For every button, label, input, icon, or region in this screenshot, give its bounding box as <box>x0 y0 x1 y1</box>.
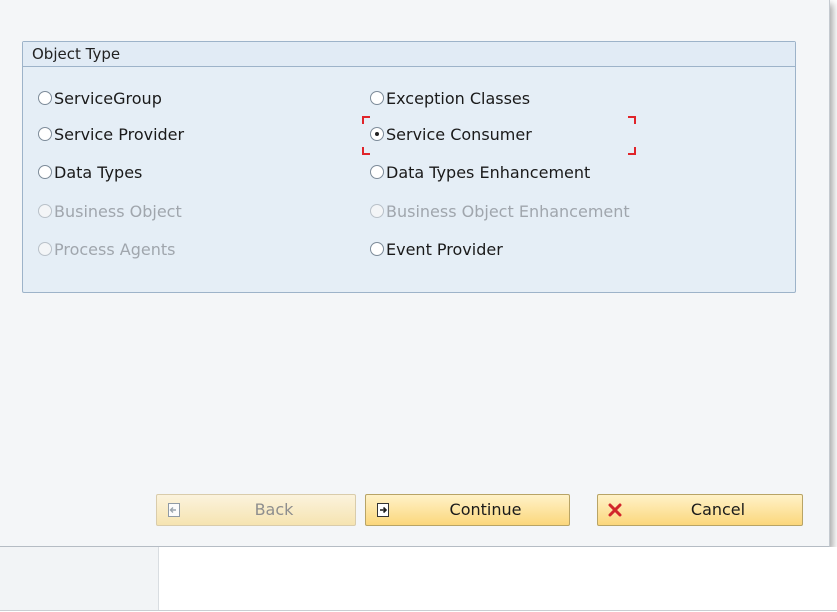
radio-circle[interactable] <box>370 165 384 179</box>
cancel-x-icon <box>606 501 624 519</box>
group-title: Object Type <box>23 42 795 67</box>
radio-service-consumer[interactable]: Service Consumer <box>370 123 532 145</box>
radio-label: Event Provider <box>386 239 503 259</box>
radio-circle[interactable] <box>38 127 52 141</box>
back-page-icon <box>165 501 183 519</box>
radio-label: Service Provider <box>54 124 185 144</box>
continue-label: Continue <box>449 500 522 519</box>
radio-data-types-enhancement[interactable]: Data Types Enhancement <box>370 161 590 183</box>
radio-business-object-enhancement: Business Object Enhancement <box>370 200 630 222</box>
radio-label: Service Consumer <box>386 124 532 144</box>
radio-circle[interactable] <box>370 242 384 256</box>
radio-label: Business Object Enhancement <box>386 201 630 221</box>
focus-bracket <box>362 147 370 155</box>
focus-bracket <box>362 116 370 124</box>
radio-label: Exception Classes <box>386 88 531 108</box>
background-side-panel <box>0 547 159 611</box>
back-button[interactable]: Back <box>156 494 356 526</box>
radio-servicegroup[interactable]: ServiceGroup <box>38 87 162 109</box>
radio-exception-classes[interactable]: Exception Classes <box>370 87 530 109</box>
radio-circle <box>370 204 384 218</box>
radio-process-agents: Process Agents <box>38 238 175 260</box>
radio-circle[interactable] <box>38 165 52 179</box>
cancel-button[interactable]: Cancel <box>597 494 803 526</box>
radio-circle[interactable] <box>370 91 384 105</box>
cancel-label: Cancel <box>690 500 746 519</box>
radio-label: Business Object <box>54 201 182 221</box>
radio-service-provider[interactable]: Service Provider <box>38 123 184 145</box>
radio-label: Data Types Enhancement <box>386 162 591 182</box>
object-type-group: Object Type ServiceGroup Service Provide… <box>22 41 796 293</box>
background-divider <box>0 610 837 611</box>
radio-data-types[interactable]: Data Types <box>38 161 142 183</box>
radio-label: Data Types <box>54 162 143 182</box>
radio-circle <box>38 204 52 218</box>
continue-button[interactable]: Continue <box>365 494 570 526</box>
focus-bracket <box>628 147 636 155</box>
focus-bracket <box>628 116 636 124</box>
background-window <box>0 547 837 612</box>
radio-business-object: Business Object <box>38 200 182 222</box>
radio-circle[interactable] <box>370 127 384 141</box>
radio-label: Process Agents <box>54 239 176 259</box>
radio-event-provider[interactable]: Event Provider <box>370 238 503 260</box>
continue-page-icon <box>374 501 392 519</box>
back-label: Back <box>254 500 294 519</box>
radio-circle <box>38 242 52 256</box>
object-type-dialog: Object Type ServiceGroup Service Provide… <box>0 0 830 547</box>
radio-circle[interactable] <box>38 91 52 105</box>
radio-label: ServiceGroup <box>54 88 162 108</box>
